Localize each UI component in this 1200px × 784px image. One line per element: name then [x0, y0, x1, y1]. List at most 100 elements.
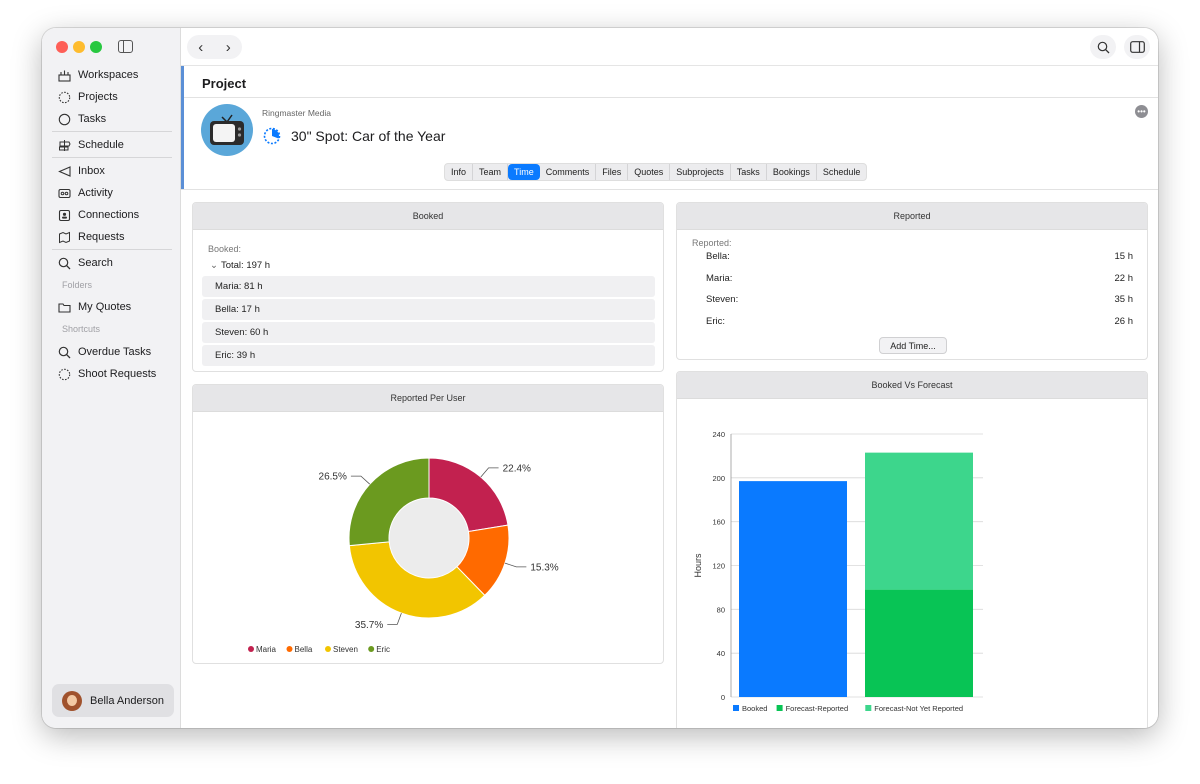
- y-tick-label: 0: [721, 693, 725, 702]
- sidebar-item-my-quotes[interactable]: My Quotes: [52, 296, 172, 318]
- sidebar-item-requests[interactable]: Requests: [52, 226, 172, 248]
- connections-icon: [57, 208, 71, 222]
- page-title: Project: [202, 76, 247, 91]
- reported-name: Eric:: [706, 316, 725, 327]
- workspaces-icon: [57, 68, 71, 82]
- legend-label: Forecast-Not Yet Reported: [874, 704, 963, 713]
- project-tabs: Info Team Time Comments Files Quotes Sub…: [444, 163, 868, 181]
- legend-label: Maria: [256, 645, 277, 654]
- activity-icon: [57, 186, 71, 200]
- sidebar-item-inbox[interactable]: Inbox: [52, 160, 172, 182]
- sidebar-item-label: Connections: [78, 209, 140, 221]
- back-button[interactable]: ‹: [198, 39, 203, 56]
- booked-row: Eric: 39 h: [202, 345, 655, 366]
- pie-data-label: 26.5%: [319, 472, 347, 483]
- sidebar-item-shoot-requests[interactable]: Shoot Requests: [52, 363, 172, 385]
- close-window-button[interactable]: [56, 41, 68, 53]
- tab-schedule[interactable]: Schedule: [817, 164, 867, 180]
- sidebar-item-label: Projects: [78, 91, 118, 103]
- zoom-window-button[interactable]: [90, 41, 102, 53]
- inbox-icon: [57, 164, 71, 178]
- reported-value: 26 h: [1114, 316, 1134, 327]
- avatar: [62, 690, 82, 711]
- booked-card: Booked Booked: ⌄ Total: 197 h Maria: 81 h…: [192, 202, 664, 372]
- accent-bar: [181, 66, 184, 189]
- legend-label: Steven: [333, 645, 358, 654]
- booked-total: Total: 197 h: [220, 260, 271, 271]
- search-icon: [1097, 41, 1109, 53]
- sidebar-item-schedule[interactable]: Schedule: [52, 134, 172, 156]
- project-avatar: [201, 104, 253, 156]
- divider: [52, 249, 172, 250]
- projects-icon: [57, 367, 71, 381]
- projects-icon: [57, 90, 71, 104]
- reported-value: 22 h: [1114, 273, 1134, 284]
- search-icon: [57, 345, 71, 359]
- tab-subprojects[interactable]: Subprojects: [670, 164, 731, 180]
- sidebar-item-tasks[interactable]: Tasks: [52, 108, 172, 130]
- pie-chart-title: Reported Per User: [193, 385, 663, 412]
- legend-marker: [325, 646, 331, 652]
- sidebar-item-label: Overdue Tasks: [78, 346, 152, 358]
- y-tick-label: 120: [712, 562, 725, 571]
- pie-leader-line: [504, 562, 527, 568]
- y-axis-label: Hours: [693, 553, 703, 578]
- pie-data-label: 22.4%: [503, 463, 531, 474]
- app-window: Workspaces Projects Tasks Schedule Inbox…: [42, 28, 1158, 728]
- tab-bookings[interactable]: Bookings: [767, 164, 817, 180]
- sidebar-item-label: Activity: [78, 187, 113, 199]
- tab-quotes[interactable]: Quotes: [628, 164, 671, 180]
- reported-value: 35 h: [1114, 294, 1134, 305]
- tab-comments[interactable]: Comments: [540, 164, 597, 180]
- sidebar-item-connections[interactable]: Connections: [52, 204, 172, 226]
- folders-header: Folders: [62, 280, 93, 290]
- legend-marker: [286, 646, 293, 652]
- tab-info[interactable]: Info: [445, 164, 474, 180]
- folder-icon: [57, 300, 71, 314]
- user-profile-button[interactable]: Bella Anderson: [52, 684, 174, 717]
- inspector-toggle-button[interactable]: [1124, 35, 1150, 59]
- project-name: 30" Spot: Car of the Year: [291, 128, 446, 144]
- legend-marker: [368, 646, 375, 652]
- pie-legend: Maria Bella Steven Eric: [248, 645, 390, 654]
- more-options-button[interactable]: •••: [1135, 105, 1148, 118]
- sidebar-toggle-icon[interactable]: [118, 40, 133, 53]
- legend-marker: [776, 705, 783, 711]
- tab-tasks[interactable]: Tasks: [731, 164, 767, 180]
- tab-files[interactable]: Files: [596, 164, 629, 180]
- reported-name: Maria:: [706, 273, 733, 284]
- y-tick-label: 160: [712, 518, 725, 527]
- legend-marker: [248, 646, 254, 652]
- tv-icon: [210, 114, 244, 145]
- reported-card: Reported Reported: Bella: 15 h Maria: 22…: [676, 202, 1148, 360]
- divider: [184, 97, 1158, 98]
- bar-segment: [739, 481, 847, 697]
- sidebar-item-projects[interactable]: Projects: [52, 86, 172, 108]
- booked-label: Booked:: [208, 244, 242, 254]
- booked-row: Bella: 17 h: [202, 299, 655, 320]
- sidebar-item-label: Workspaces: [78, 69, 139, 81]
- sidebar-item-workspaces[interactable]: Workspaces: [52, 64, 172, 86]
- pie-chart: 22.4% 15.3% 35.7% 26.5% Maria Bella Steven Eric: [248, 457, 559, 654]
- schedule-icon: [57, 138, 71, 152]
- legend-label: Bella: [295, 645, 313, 654]
- sidebar-item-search[interactable]: Search: [52, 252, 172, 274]
- booked-total-toggle[interactable]: ⌄ Total: 197 h: [210, 260, 270, 271]
- sidebar-item-label: My Quotes: [78, 301, 132, 313]
- search-button[interactable]: [1090, 35, 1116, 59]
- toolbar: ‹ ›: [181, 28, 1158, 66]
- tab-team[interactable]: Team: [473, 164, 509, 180]
- sidebar-item-label: Requests: [78, 231, 125, 243]
- y-tick-label: 240: [712, 430, 725, 439]
- sidebar-item-activity[interactable]: Activity: [52, 182, 172, 204]
- sidebar-item-label: Shoot Requests: [78, 368, 157, 380]
- tab-time[interactable]: Time: [508, 164, 540, 180]
- legend-label: Booked: [742, 704, 767, 713]
- forward-button[interactable]: ›: [226, 39, 231, 56]
- booked-row: Steven: 60 h: [202, 322, 655, 343]
- sidebar-right-icon: [1129, 41, 1145, 53]
- add-time-button[interactable]: Add Time...: [879, 337, 947, 354]
- sidebar-item-overdue-tasks[interactable]: Overdue Tasks: [52, 341, 172, 363]
- divider: [52, 131, 172, 132]
- minimize-window-button[interactable]: [73, 41, 85, 53]
